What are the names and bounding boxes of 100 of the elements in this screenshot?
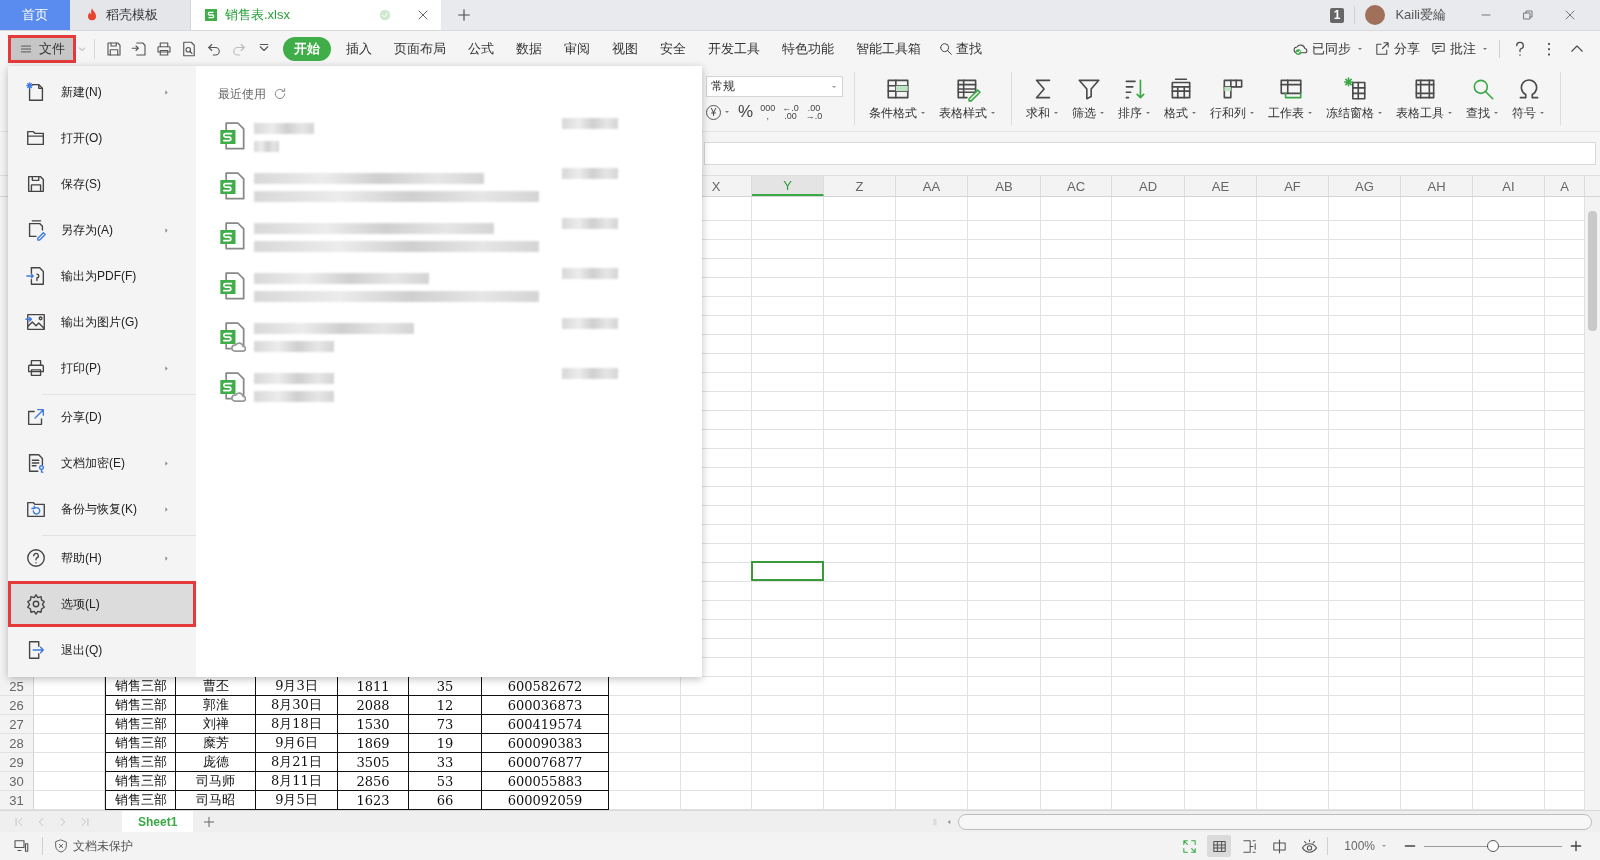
menu-item[interactable]: 输出为PDF(F) [8,253,196,299]
table-cell: 600036873 [482,696,609,715]
table-cell: 12 [409,696,482,715]
ribbon-tab[interactable]: 数据 [505,36,553,61]
omega-button[interactable]: 符号 [1506,66,1552,131]
menu-item[interactable]: 选项(L) [8,581,196,627]
print-preview-icon[interactable] [180,39,198,58]
menu-item[interactable]: 退出(Q) [8,627,196,673]
menu-item[interactable]: 新建(N) [8,69,196,115]
ribbon-tab[interactable]: 公式 [457,36,505,61]
column-header[interactable]: AG [1329,176,1401,196]
column-header[interactable]: AF [1257,176,1329,196]
conditional-format-button[interactable]: 条件格式 [863,66,933,131]
user-name[interactable]: Kaili爱綸 [1395,6,1446,24]
column-header[interactable]: AE [1185,176,1257,196]
grid-view-button[interactable] [1207,835,1232,857]
column-header[interactable]: AI [1473,176,1545,196]
row-number: 26 [0,696,34,715]
menu-item[interactable]: 保存(S) [8,161,196,207]
formula-field[interactable] [704,142,1596,165]
column-header[interactable]: AA [896,176,968,196]
share-icon [1374,40,1391,57]
column-header[interactable]: A [1545,176,1585,196]
menu-item[interactable]: 另存为(A) [8,207,196,253]
sort-button[interactable]: 排序 [1112,66,1158,131]
ribbon-tab[interactable]: 安全 [649,36,697,61]
menu-item[interactable]: 文档加密(E) [8,440,196,486]
table-cell: 刘禅 [176,715,256,734]
blurred-text [562,168,618,179]
column-header[interactable]: AB [968,176,1041,196]
table-cell: 600076877 [482,753,609,772]
ribbon-tab[interactable]: 审阅 [553,36,601,61]
caret-icon [1248,109,1256,117]
print-icon[interactable] [155,39,173,58]
slider-thumb[interactable] [1487,840,1499,852]
freeze-panes-button[interactable]: 冻结窗格 [1320,66,1390,131]
document-protection-button[interactable]: 文档未保护 [53,837,133,855]
menu-item[interactable]: 输出为图片(G) [8,299,196,345]
ribbon-tab[interactable]: 插入 [335,36,383,61]
menu-item[interactable]: 备份与恢复(K) [8,486,196,532]
percent-button[interactable]: % [738,103,754,121]
rows-columns-button[interactable]: 行和列 [1204,66,1262,131]
document-tab[interactable]: 稻壳模板 [70,0,191,30]
toolbar-action-button[interactable]: 批注 [1430,39,1489,58]
submenu-arrow-icon [162,363,171,373]
ribbon-tab[interactable]: 智能工具箱 [845,36,932,61]
ribbon-tab[interactable]: 页面布局 [383,36,457,61]
plus-icon [455,6,473,24]
restore-icon[interactable] [1520,7,1536,23]
tab-label: 销售表.xlsx [225,6,290,24]
menu-item[interactable]: 打开(O) [8,115,196,161]
table-tools-button[interactable]: 表格工具 [1390,66,1460,131]
avatar[interactable] [1365,5,1386,25]
search-button[interactable]: 查找 [1460,66,1506,131]
table-cell: 600090383 [482,734,609,753]
menu-item[interactable]: 打印(P) [8,345,196,391]
file-menu-button[interactable]: 文件 [8,34,76,63]
column-header[interactable]: Z [824,176,896,196]
column-header[interactable]: AC [1041,176,1112,196]
submenu-arrow-icon [162,504,171,514]
column-header[interactable]: AH [1401,176,1473,196]
ribbon-tab[interactable]: 开发工具 [697,36,771,61]
worksheet-button[interactable]: 工作表 [1262,66,1320,131]
table-cell: 1530 [338,715,409,734]
blurred-text [562,218,618,229]
number-format-dropdown[interactable]: 常规 [706,76,843,97]
thousands-button[interactable]: 000 , [760,104,776,120]
export-icon[interactable] [130,39,148,58]
format-button[interactable]: 格式 [1158,66,1204,131]
scrollbar-thumb[interactable] [1588,211,1597,331]
table-cell: 19 [409,734,482,753]
window-count-badge[interactable]: 1 [1329,7,1345,23]
zoom-slider[interactable] [1424,839,1562,853]
vertical-scrollbar[interactable] [1584,197,1600,810]
zoom-dropdown[interactable]: 100% [1344,839,1388,853]
selected-cell[interactable] [751,561,824,581]
save-icon[interactable] [105,39,123,58]
toolbar-action-button[interactable]: 已同步 [1292,39,1364,58]
row-number: 29 [0,753,34,772]
toolbar-action-button[interactable]: 分享 [1374,39,1420,58]
ribbon-tab[interactable]: 特色功能 [771,36,845,61]
column-header[interactable]: AD [1112,176,1185,196]
horizontal-scrollbar[interactable] [958,813,1592,830]
decimal-increase-button[interactable]: ←.0 .00 [782,104,799,120]
table-style-button[interactable]: 表格样式 [933,66,1003,131]
filter-button[interactable]: 筛选 [1066,66,1112,131]
blurred-text [562,318,618,329]
refresh-icon[interactable] [272,86,288,102]
caret-icon [1492,109,1500,117]
freeze-panes-icon [1342,75,1368,102]
ribbon-tab[interactable]: 视图 [601,36,649,61]
device-icon[interactable] [12,837,30,855]
decimal-decrease-button[interactable]: .00 →.0 [805,104,823,120]
row-number: 31 [0,791,34,810]
table-cell: 销售三部 [105,734,176,753]
search-button[interactable]: 查找 [938,39,982,58]
caret-icon [1306,109,1314,117]
sum-button[interactable]: 求和 [1020,66,1066,131]
document-tab[interactable]: 销售表.xlsx [191,0,441,30]
plus-icon[interactable] [1568,838,1584,854]
